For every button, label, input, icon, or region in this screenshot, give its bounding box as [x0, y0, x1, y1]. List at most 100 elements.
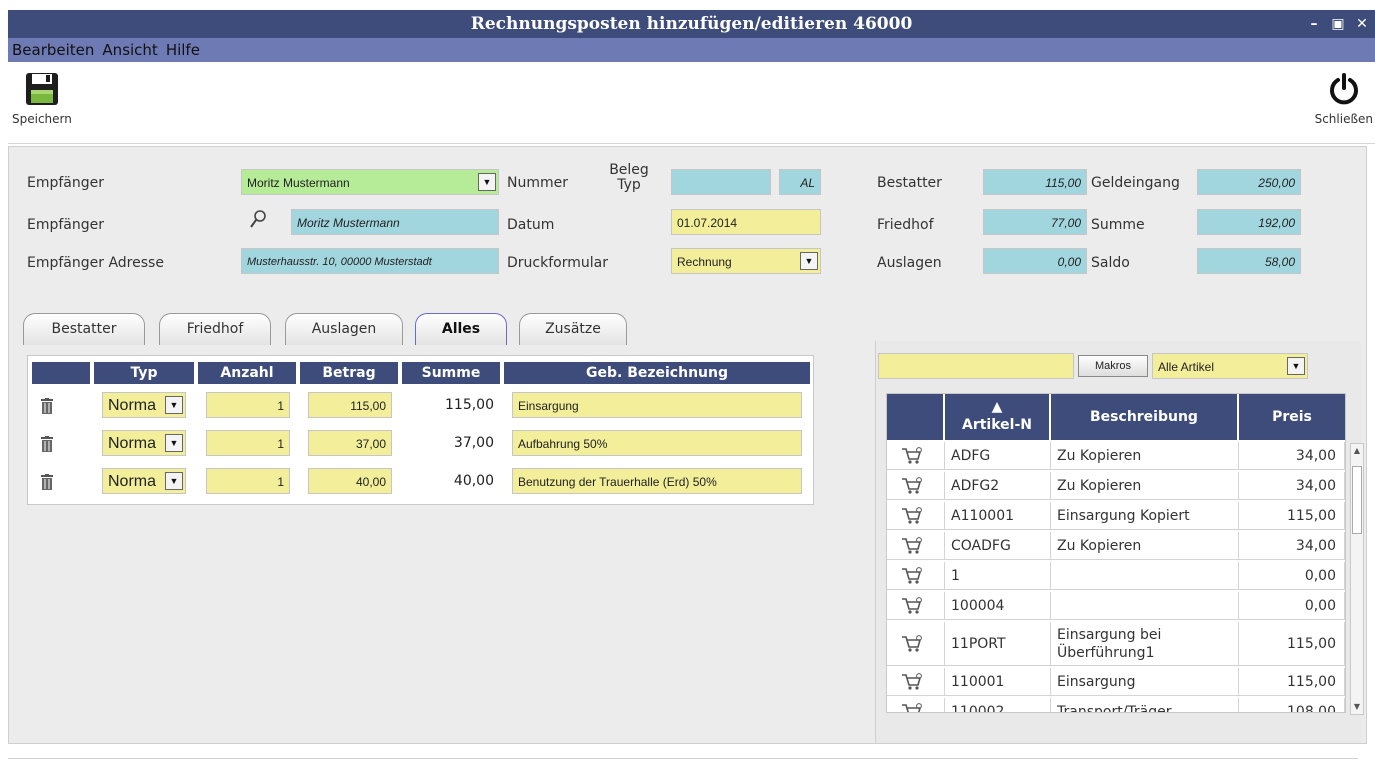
list-item[interactable]: A110001 Einsargung Kopiert 115,00	[887, 502, 1345, 530]
product-header-beschreibung[interactable]: Beschreibung	[1051, 394, 1237, 440]
list-item[interactable]: 100004 0,00	[887, 592, 1345, 620]
grid-header-betrag[interactable]: Betrag	[300, 362, 398, 384]
auslagen-sum-field: 0,00	[983, 248, 1087, 274]
maximize-icon[interactable]: ▣	[1331, 10, 1345, 38]
cart-add-icon[interactable]	[901, 536, 923, 555]
bezeichnung-field[interactable]: Einsargung	[512, 392, 802, 418]
tab-alles[interactable]: Alles	[415, 313, 507, 345]
list-item[interactable]: 110002 Transport/Träger 108,00	[887, 698, 1345, 714]
betrag-field[interactable]: 37,00	[308, 430, 392, 456]
auslagen-sum-label: Auslagen	[877, 255, 942, 271]
trash-icon[interactable]	[40, 398, 54, 414]
typ-select[interactable]: Norma ▼	[102, 430, 186, 456]
typ-select[interactable]: Norma ▼	[102, 392, 186, 418]
add-to-cart-cell[interactable]	[887, 442, 945, 469]
saldo-value: 58,00	[1264, 255, 1295, 269]
tab-bestatter[interactable]: Bestatter	[23, 313, 145, 345]
makros-button[interactable]: Makros	[1078, 355, 1148, 377]
tab-auslagen[interactable]: Auslagen	[285, 313, 403, 345]
trash-icon[interactable]	[40, 436, 54, 452]
bezeichnung-field[interactable]: Benutzung der Trauerhalle (Erd) 50%	[512, 468, 802, 494]
anzahl-field[interactable]: 1	[206, 392, 290, 418]
menu-item-ansicht[interactable]: Ansicht	[102, 41, 157, 59]
article-filter-select[interactable]: Alle Artikel ▼	[1152, 353, 1308, 379]
druckformular-select[interactable]: Rechnung ▼	[671, 248, 821, 274]
typ-value: Norma	[108, 435, 157, 452]
nummer-field[interactable]	[671, 169, 771, 195]
add-to-cart-cell[interactable]	[887, 668, 945, 695]
menu-item-hilfe[interactable]: Hilfe	[166, 41, 200, 59]
list-item[interactable]: 110001 Einsargung 115,00	[887, 668, 1345, 696]
floppy-disk-icon	[25, 73, 58, 105]
list-item[interactable]: ADFG2 Zu Kopieren 34,00	[887, 472, 1345, 500]
beschreibung-cell: Zu Kopieren	[1051, 442, 1239, 469]
tab-zusaetze[interactable]: Zusätze	[519, 313, 627, 345]
list-item[interactable]: 1 0,00	[887, 562, 1345, 590]
menu-item-bearbeiten[interactable]: Bearbeiten	[12, 41, 94, 59]
list-item[interactable]: 11PORT Einsargung bei Überführung1 115,00	[887, 622, 1345, 666]
minimize-icon[interactable]: –	[1307, 10, 1321, 38]
close-button[interactable]: Schließen	[1315, 72, 1373, 126]
cart-add-icon[interactable]	[901, 596, 923, 615]
product-scrollbar[interactable]: ▲ ▼	[1350, 443, 1364, 715]
saldo-label: Saldo	[1091, 255, 1130, 271]
product-search-input[interactable]	[878, 353, 1074, 379]
preis-cell: 0,00	[1239, 592, 1345, 619]
betrag-field[interactable]: 115,00	[308, 392, 392, 418]
chevron-down-icon[interactable]: ▼	[1287, 357, 1305, 375]
window-controls: – ▣ ✕	[1307, 10, 1369, 38]
beschreibung-cell	[1051, 592, 1239, 619]
product-header-preis[interactable]: Preis	[1239, 394, 1345, 440]
cart-add-icon[interactable]	[901, 566, 923, 585]
scroll-thumb[interactable]	[1352, 466, 1362, 534]
chevron-down-icon[interactable]: ▼	[165, 434, 183, 452]
bestatter-sum-field: 115,00	[983, 169, 1087, 195]
beschreibung-cell: Zu Kopieren	[1051, 532, 1239, 559]
cart-add-icon[interactable]	[901, 446, 923, 465]
empfaenger-select[interactable]: Moritz Mustermann ▼	[241, 169, 499, 195]
magnifier-icon[interactable]	[249, 209, 267, 229]
add-to-cart-cell[interactable]	[887, 502, 945, 529]
trash-icon[interactable]	[40, 474, 54, 490]
bezeichnung-field[interactable]: Aufbahrung 50%	[512, 430, 802, 456]
scroll-up-icon[interactable]: ▲	[1352, 446, 1362, 456]
cart-add-icon[interactable]	[901, 506, 923, 525]
empfaenger-value: Moritz Mustermann	[247, 176, 350, 190]
chevron-down-icon[interactable]: ▼	[478, 173, 496, 191]
tab-friedhof[interactable]: Friedhof	[159, 313, 271, 345]
cart-add-icon[interactable]	[901, 476, 923, 495]
grid-header-summe[interactable]: Summe	[402, 362, 500, 384]
line-items-grid: Typ Anzahl Betrag Summe Geb. Bezeichnung…	[27, 355, 814, 505]
cart-add-icon[interactable]	[901, 702, 923, 714]
grid-header-typ[interactable]: Typ	[94, 362, 194, 384]
chevron-down-icon[interactable]: ▼	[800, 252, 818, 270]
add-to-cart-cell[interactable]	[887, 622, 945, 665]
close-window-icon[interactable]: ✕	[1355, 10, 1369, 38]
product-header-artikel[interactable]: ▲ Artikel-N	[945, 394, 1049, 440]
status-divider	[8, 758, 1358, 759]
add-to-cart-cell[interactable]	[887, 532, 945, 559]
datum-field[interactable]: 01.07.2014	[671, 209, 821, 235]
anzahl-field[interactable]: 1	[206, 468, 290, 494]
window-title: Rechnungsposten hinzufügen/editieren 460…	[470, 14, 913, 34]
scroll-down-icon[interactable]: ▼	[1352, 702, 1362, 712]
betrag-field[interactable]: 40,00	[308, 468, 392, 494]
typ-select[interactable]: Norma ▼	[102, 468, 186, 494]
save-button[interactable]: Speichern	[12, 72, 72, 126]
add-to-cart-cell[interactable]	[887, 592, 945, 619]
add-to-cart-cell[interactable]	[887, 472, 945, 499]
anzahl-field[interactable]: 1	[206, 430, 290, 456]
chevron-down-icon[interactable]: ▼	[165, 472, 183, 490]
list-item[interactable]: COADFG Zu Kopieren 34,00	[887, 532, 1345, 560]
grid-header-bezeichnung[interactable]: Geb. Bezeichnung	[504, 362, 810, 384]
add-to-cart-cell[interactable]	[887, 562, 945, 589]
preis-cell: 0,00	[1239, 562, 1345, 589]
cart-add-icon[interactable]	[901, 634, 923, 653]
add-to-cart-cell[interactable]	[887, 698, 945, 714]
belegtyp-field[interactable]: AL	[779, 169, 821, 195]
preis-cell: 115,00	[1239, 622, 1345, 665]
list-item[interactable]: ADFG Zu Kopieren 34,00	[887, 442, 1345, 470]
grid-header-anzahl[interactable]: Anzahl	[198, 362, 296, 384]
cart-add-icon[interactable]	[901, 672, 923, 691]
chevron-down-icon[interactable]: ▼	[165, 396, 183, 414]
